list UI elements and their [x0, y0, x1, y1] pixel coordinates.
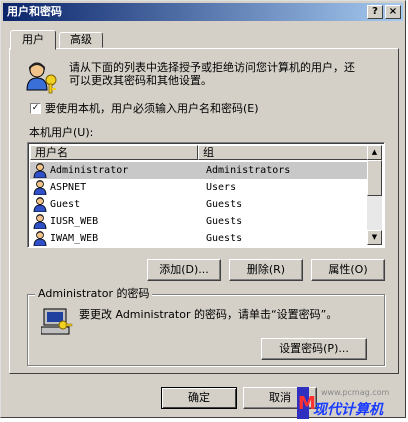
- require-login-checkbox[interactable]: ✓: [30, 103, 41, 114]
- intro-line-2: 可以更改其密码和其他设置。: [69, 74, 212, 87]
- user-accounts-dialog: 用户和密码 ? × 用户 高级 请从下面的列表中选择授予或拒绝访问您计算机的用户…: [0, 0, 406, 419]
- user-row[interactable]: ASPNET Users: [30, 179, 368, 196]
- tab-advanced[interactable]: 高级: [59, 32, 103, 48]
- vertical-scrollbar[interactable]: ▲ ▼: [367, 145, 382, 245]
- close-button[interactable]: ×: [385, 5, 401, 19]
- user-name: Administrator: [50, 165, 129, 176]
- user-icon: [33, 197, 47, 212]
- properties-button[interactable]: 属性(O): [311, 259, 385, 281]
- password-instructions: 要更改 Administrator 的密码，请单击“设置密码”。: [79, 308, 338, 321]
- computer-key-icon: [41, 308, 73, 335]
- user-name: IWAM_WEB: [50, 233, 99, 244]
- user-group: Guests: [206, 199, 243, 210]
- set-password-button[interactable]: 设置密码(P)...: [261, 338, 367, 360]
- add-user-button[interactable]: 添加(D)...: [147, 259, 221, 281]
- user-icon: [33, 180, 47, 195]
- user-name: ASPNET: [50, 182, 87, 193]
- user-row[interactable]: IUSR_WEB Guests: [30, 213, 368, 230]
- user-icon: [33, 214, 47, 229]
- users-list-label: 本机用户(U):: [29, 126, 94, 139]
- tab-advanced-label: 高级: [70, 33, 92, 46]
- ok-button[interactable]: 确定: [161, 387, 237, 409]
- scroll-up-button[interactable]: ▲: [367, 145, 382, 160]
- users-keys-icon: [26, 62, 57, 94]
- watermark-url: www.pcmag.com: [321, 388, 390, 397]
- require-login-label[interactable]: 要使用本机，用户必须输入用户名和密码(E): [45, 102, 259, 115]
- users-list[interactable]: 用户名 组 Administrator Administrators ASPNET U…: [27, 142, 385, 248]
- password-group-title: Administrator 的密码: [35, 287, 153, 301]
- user-row[interactable]: Administrator Administrators: [30, 162, 368, 179]
- user-group: Users: [206, 182, 237, 193]
- tab-users[interactable]: 用户: [10, 30, 56, 50]
- remove-user-button[interactable]: 删除(R): [229, 259, 303, 281]
- user-name: IUSR_WEB: [50, 216, 99, 227]
- window-title: 用户和密码: [7, 5, 62, 18]
- user-group: Guests: [206, 233, 243, 244]
- user-icon: [33, 163, 47, 178]
- user-row[interactable]: IWAM_WEB Guests: [30, 230, 368, 247]
- user-row[interactable]: Guest Guests: [30, 196, 368, 213]
- column-header-group[interactable]: 组: [198, 145, 368, 160]
- tab-users-label: 用户: [22, 33, 44, 46]
- scroll-thumb[interactable]: [367, 160, 382, 196]
- column-header-username[interactable]: 用户名: [30, 145, 198, 160]
- user-group: Guests: [206, 216, 243, 227]
- intro-line-1: 请从下面的列表中选择授予或拒绝访问您计算机的用户，还: [69, 61, 355, 74]
- title-bar[interactable]: 用户和密码: [3, 3, 403, 21]
- help-button[interactable]: ?: [367, 5, 383, 19]
- watermark-logo: M www.pcmag.com 现代计算机: [297, 387, 405, 419]
- watermark-title: 现代计算机: [313, 402, 383, 418]
- user-group: Administrators: [206, 165, 291, 176]
- scroll-down-button[interactable]: ▼: [367, 230, 382, 245]
- user-name: Guest: [50, 199, 81, 210]
- user-icon: [33, 231, 47, 246]
